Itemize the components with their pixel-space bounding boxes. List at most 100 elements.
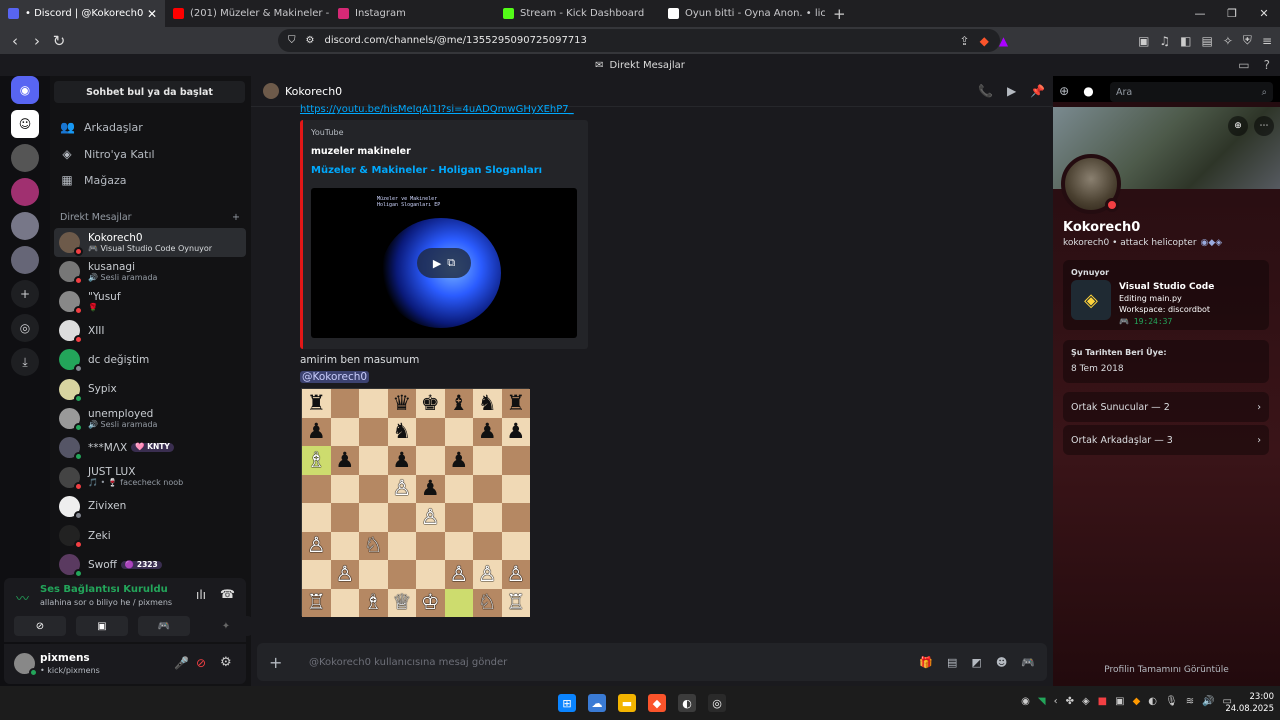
more-icon[interactable]: ⋯ xyxy=(1254,116,1274,136)
widgets-icon[interactable]: ☁ xyxy=(588,694,606,712)
inbox-icon[interactable]: ▭ xyxy=(1238,58,1249,72)
add-server-icon[interactable]: + xyxy=(11,280,39,308)
pin-icon[interactable]: 📌 xyxy=(1030,84,1045,98)
effects-button[interactable]: ✦ xyxy=(200,616,252,636)
back-button[interactable]: ‹ xyxy=(4,32,26,50)
mutual-servers-button[interactable]: Ortak Sunucular — 2 › xyxy=(1063,392,1269,422)
tray-icon[interactable]: ◥ xyxy=(1038,696,1046,707)
server-icon-2[interactable] xyxy=(11,144,39,172)
youtube-link[interactable]: https://youtu.be/hisMeIqAl1I?si=4uADQmwG… xyxy=(300,104,574,115)
maximize-button[interactable]: ❐ xyxy=(1216,7,1248,20)
search-input[interactable]: Ara ⌕ xyxy=(1110,82,1273,102)
url-field[interactable]: ⛉ ⚙ discord.com/channels/@me/13552950907… xyxy=(278,29,1000,52)
soundboard-icon[interactable]: ılı xyxy=(196,588,206,602)
add-friend-icon[interactable]: ⊕ xyxy=(1059,84,1069,98)
screen-share-button[interactable]: ▣ xyxy=(76,616,128,636)
vpn-icon[interactable]: ⛨ xyxy=(1243,33,1252,48)
start-icon[interactable]: ⊞ xyxy=(558,694,576,712)
recipient-avatar[interactable] xyxy=(263,83,279,99)
tray-icon[interactable]: ◆ xyxy=(1133,696,1141,707)
help-icon[interactable]: ? xyxy=(1264,58,1270,72)
menu-icon[interactable]: ≡ xyxy=(1262,34,1272,48)
dm-item[interactable]: Swoff 🟣 2323 xyxy=(54,550,246,579)
nav-nitro[interactable]: ◈ Nitro'ya Katıl xyxy=(60,147,154,161)
ai-icon[interactable]: ✧ xyxy=(1223,34,1233,48)
dm-item[interactable]: XIII xyxy=(54,316,246,345)
apps-icon[interactable]: 🎮 xyxy=(1021,656,1035,669)
add-friend-icon[interactable]: ⊕ xyxy=(1228,116,1248,136)
new-tab-button[interactable]: + xyxy=(825,5,854,23)
browser-tab[interactable]: Oyun bitti - Oyna Anon. • lichess.org xyxy=(660,0,825,27)
dm-item[interactable]: Zivixen xyxy=(54,492,246,521)
avatar[interactable] xyxy=(14,653,38,677)
message-input[interactable]: @Kokorech0 kullanıcısına mesaj gönder xyxy=(309,657,507,668)
server-icon-4[interactable] xyxy=(11,212,39,240)
browser-tab[interactable]: Instagram xyxy=(330,0,495,27)
screenshot-icon[interactable]: ▣ xyxy=(1138,34,1149,48)
discord-home-icon[interactable]: ◉ xyxy=(11,76,39,104)
app-icon-5[interactable]: ◐ xyxy=(678,694,696,712)
attach-icon[interactable]: + xyxy=(269,653,291,672)
message-composer[interactable]: + @Kokorech0 kullanıcısına mesaj gönder … xyxy=(257,643,1047,681)
mic-icon[interactable]: 🎙 xyxy=(1165,696,1178,707)
browser-tab[interactable]: Stream - Kick Dashboard xyxy=(495,0,660,27)
emoji-icon[interactable]: ☻ xyxy=(996,656,1007,669)
tray-icon[interactable]: ▣ xyxy=(1115,696,1124,707)
play-button[interactable]: ▶ ⧉ xyxy=(417,248,471,278)
tray-icon[interactable]: ■ xyxy=(1098,696,1107,707)
nav-shop[interactable]: ▦ Mağaza xyxy=(60,173,126,187)
view-full-profile-link[interactable]: Profilin Tamamını Görüntüle xyxy=(1053,665,1280,675)
discover-icon[interactable]: ◎ xyxy=(11,314,39,342)
embed-author[interactable]: muzeler makineler xyxy=(311,146,411,157)
close-window-button[interactable]: ✕ xyxy=(1248,7,1280,20)
disconnect-icon[interactable]: ☎ xyxy=(220,587,235,601)
sidebar-icon[interactable]: ◧ xyxy=(1180,34,1191,48)
tray-icon[interactable]: ✤ xyxy=(1066,696,1074,707)
gift-icon[interactable]: 🎁 xyxy=(919,656,933,669)
embed-title[interactable]: Müzeler & Makineler - Holigan Sloganları xyxy=(311,165,542,176)
camera-off-button[interactable]: ⊘ xyxy=(14,616,66,636)
close-tab-icon[interactable]: ✕ xyxy=(147,7,157,21)
dm-item[interactable]: Zeki xyxy=(54,521,246,550)
clock[interactable]: 23:00 24.08.2025 xyxy=(1225,691,1274,715)
rewards-icon[interactable]: ▲ xyxy=(999,34,1008,48)
dm-item[interactable]: JUST LUX 🎵 • 🍷 facecheck noob xyxy=(54,462,246,491)
gif-icon[interactable]: ▤ xyxy=(947,656,957,669)
wifi-icon[interactable]: ≋ xyxy=(1186,696,1194,707)
wallet-icon[interactable]: ▤ xyxy=(1202,34,1213,48)
deafen-icon[interactable]: ⊘ xyxy=(196,656,206,670)
nav-friends[interactable]: 👥 Arkadaşlar xyxy=(60,120,143,134)
volume-icon[interactable]: 🔊 xyxy=(1202,696,1214,707)
settings-icon[interactable]: ⚙ xyxy=(220,655,232,670)
reload-button[interactable]: ↻ xyxy=(48,32,70,50)
dm-item[interactable]: dc değiştim xyxy=(54,345,246,374)
user-mention[interactable]: @Kokorech0 xyxy=(300,371,370,383)
minimize-button[interactable]: — xyxy=(1184,7,1216,20)
tray-icon[interactable]: ◐ xyxy=(1148,696,1157,707)
tray-chevron-icon[interactable]: ‹ xyxy=(1054,696,1058,707)
dm-item[interactable]: Kokorech0 🎮 Visual Studio Code Oynuyor xyxy=(54,228,246,258)
mute-icon[interactable]: 🎤 xyxy=(174,656,189,670)
dm-item[interactable]: Sypix xyxy=(54,374,246,403)
share-icon[interactable]: ⇪ xyxy=(960,34,970,48)
mutual-friends-button[interactable]: Ortak Arkadaşlar — 3 › xyxy=(1063,425,1269,455)
forward-button[interactable]: › xyxy=(26,32,48,50)
site-info-icon[interactable]: ⚙ xyxy=(306,35,315,46)
brave-icon[interactable]: ◆ xyxy=(648,694,666,712)
voice-call-icon[interactable]: 📞 xyxy=(978,84,993,98)
music-icon[interactable]: ♫ xyxy=(1159,34,1170,48)
find-conversation-button[interactable]: Sohbet bul ya da başlat xyxy=(54,81,245,103)
dm-item[interactable]: "Yusuf 🌹 xyxy=(54,287,246,316)
server-icon-3[interactable] xyxy=(11,178,39,206)
browser-tab[interactable]: (201) Müzeler & Makineler - Holi xyxy=(165,0,330,27)
profile-toggle-icon[interactable]: ● xyxy=(1083,84,1093,98)
dm-item[interactable]: kusanagi 🔊 Sesli aramada xyxy=(54,257,246,286)
profile-avatar[interactable] xyxy=(1061,154,1121,214)
create-dm-icon[interactable]: + xyxy=(232,212,240,223)
brave-shield-icon[interactable]: ◆ xyxy=(980,34,989,48)
video-call-icon[interactable]: ▶ xyxy=(1007,84,1016,98)
file-explorer-icon[interactable]: ▬ xyxy=(618,694,636,712)
video-thumbnail[interactable]: Müzeler ve Makineler Holigan Sloganları … xyxy=(311,188,577,338)
bookmark-icon[interactable]: ⛉ xyxy=(288,35,296,46)
dm-item[interactable]: unemployed 🔊 Sesli aramada xyxy=(54,404,246,433)
